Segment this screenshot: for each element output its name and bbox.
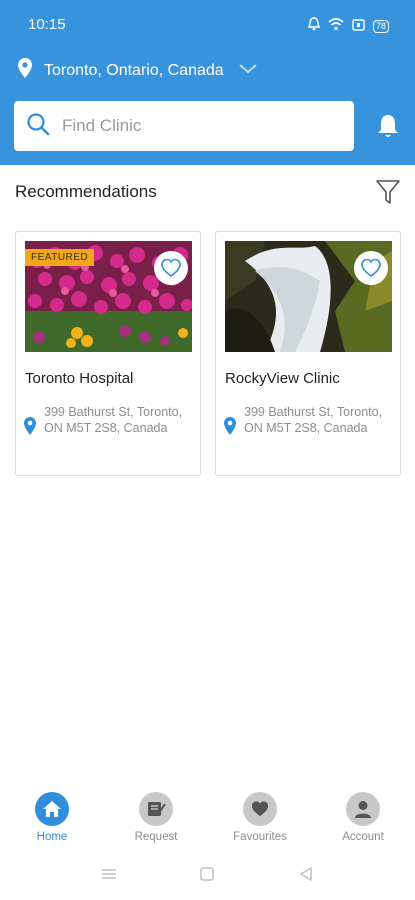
nav-item-account[interactable]: Account [323,788,403,843]
clinic-name: RockyView Clinic [225,370,340,387]
favourite-heart-icon[interactable] [154,251,188,285]
nav-label: Account [342,831,384,843]
nav-item-request[interactable]: Request [116,788,196,843]
battery-icon: 78 [372,20,389,33]
section-title: Recommendations [15,182,157,201]
heart-icon [243,792,277,826]
nav-label: Home [36,831,68,843]
menu-icon[interactable] [100,866,118,887]
account-icon [346,792,380,826]
home-icon [35,792,69,826]
home-square-icon[interactable] [199,866,215,887]
notification-bell-icon[interactable] [377,113,399,144]
system-navigation-bar [0,860,415,892]
location-label: Toronto, Ontario, Canada [44,61,224,79]
status-time: 10:15 [28,16,66,33]
location-selector[interactable]: Toronto, Ontario, Canada [18,58,258,83]
status-bar: 10:15 78 [0,0,415,50]
nav-item-favourites[interactable]: Favourites [220,788,300,843]
location-pin-icon [18,58,32,83]
chevron-down-icon [238,62,258,80]
alarm-icon [308,17,320,36]
search-placeholder: Find Clinic [62,116,142,135]
header: 10:15 78 Toronto, Ontario, Canada Find C… [0,0,415,165]
location-pin-icon [224,417,236,440]
filter-icon[interactable] [375,178,401,211]
clinic-image-flowers: FEATURED [25,241,192,352]
status-icons: 78 [308,17,389,36]
location-pin-icon [24,417,36,440]
back-triangle-icon[interactable] [298,866,314,887]
search-icon [26,112,50,141]
request-icon [139,792,173,826]
clinic-card[interactable]: RockyView Clinic 399 Bathurst St, Toront… [215,231,401,476]
nav-label: Request [134,831,178,843]
nav-item-home[interactable]: Home [12,788,92,843]
sim-icon [352,18,365,36]
favourite-heart-icon[interactable] [354,251,388,285]
clinic-address: 399 Bathurst St, Toronto, ON M5T 2S8, Ca… [44,405,183,435]
nav-label: Favourites [233,831,287,843]
search-input[interactable]: Find Clinic [14,101,354,151]
clinic-address: 399 Bathurst St, Toronto, ON M5T 2S8, Ca… [244,405,383,435]
clinic-card[interactable]: FEATURED Toronto Hospital 399 Bathurst S… [15,231,201,476]
bottom-navigation: Home Request Favourites Account [0,788,415,848]
wifi-icon [328,17,344,36]
app-screen: 10:15 78 Toronto, Ontario, Canada Find C… [0,0,415,900]
clinic-name: Toronto Hospital [25,370,134,387]
featured-badge: FEATURED [25,249,95,266]
clinic-image-waterfall [225,241,392,352]
